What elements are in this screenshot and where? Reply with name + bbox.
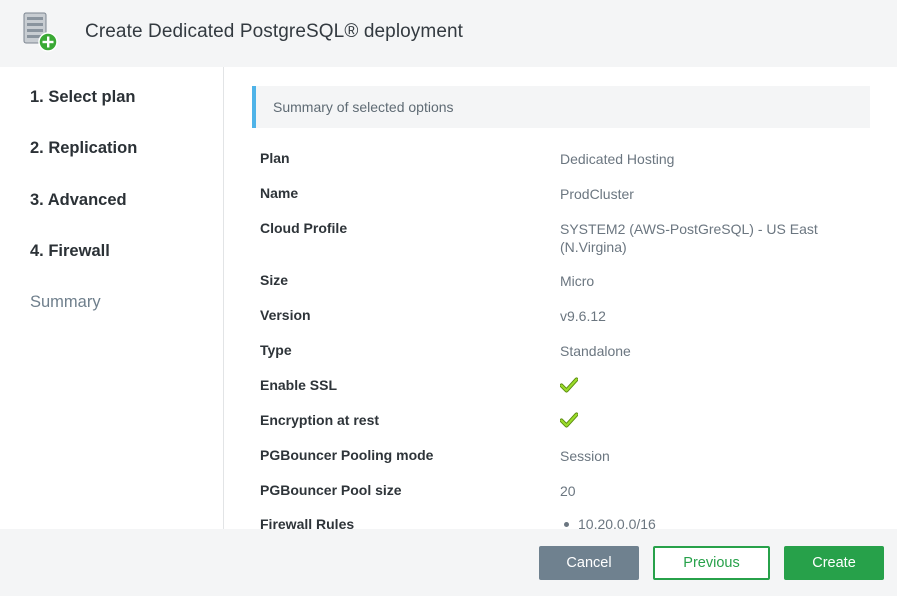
create-button[interactable]: Create bbox=[784, 546, 884, 580]
dialog-header: Create Dedicated PostgreSQL® deployment bbox=[0, 0, 897, 67]
dialog-footer: Cancel Previous Create bbox=[0, 529, 897, 596]
row-value: SYSTEM2 (AWS-PostGreSQL) - US East (N.Vi… bbox=[560, 221, 818, 255]
row-label: Size bbox=[260, 272, 289, 288]
bullet-icon bbox=[564, 522, 569, 527]
row-value: Session bbox=[560, 448, 610, 464]
row-label: Name bbox=[260, 185, 299, 201]
previous-button[interactable]: Previous bbox=[653, 546, 770, 580]
row-label: Firewall Rules bbox=[260, 516, 355, 529]
row-value: 20 bbox=[560, 483, 576, 499]
row-label: PGBouncer Pool size bbox=[260, 482, 402, 498]
row-label: Enable SSL bbox=[260, 377, 338, 393]
cancel-button[interactable]: Cancel bbox=[539, 546, 639, 580]
row-label: Version bbox=[260, 307, 311, 323]
row-value: Micro bbox=[560, 273, 595, 289]
row-value: Standalone bbox=[560, 343, 631, 359]
dialog-title: Create Dedicated PostgreSQL® deployment bbox=[85, 21, 464, 42]
step-replication[interactable]: 2. Replication bbox=[30, 139, 137, 158]
row-value: ProdCluster bbox=[560, 186, 634, 202]
row-label: PGBouncer Pooling mode bbox=[260, 447, 434, 463]
row-value: Dedicated Hosting bbox=[560, 151, 675, 167]
summary-banner: Summary of selected options bbox=[252, 86, 870, 128]
row-label: Cloud Profile bbox=[260, 220, 348, 236]
list-item: 10.20.0.0/16 bbox=[578, 516, 656, 529]
step-advanced[interactable]: 3. Advanced bbox=[30, 191, 127, 210]
summary-panel: Summary of selected options Plan Dedicat… bbox=[224, 67, 897, 529]
summary-banner-text: Summary of selected options bbox=[273, 99, 454, 115]
checkmark-icon bbox=[560, 412, 578, 428]
row-label: Type bbox=[260, 342, 292, 358]
step-summary[interactable]: Summary bbox=[30, 293, 101, 312]
row-value: v9.6.12 bbox=[560, 308, 606, 324]
step-select-plan[interactable]: 1. Select plan bbox=[30, 88, 135, 107]
row-label: Encryption at rest bbox=[260, 412, 380, 428]
wizard-steps-nav: 1. Select plan 2. Replication 3. Advance… bbox=[0, 67, 224, 529]
checkmark-icon bbox=[560, 377, 578, 393]
server-add-icon bbox=[23, 12, 58, 52]
step-firewall[interactable]: 4. Firewall bbox=[30, 242, 110, 261]
row-label: Plan bbox=[260, 150, 290, 166]
